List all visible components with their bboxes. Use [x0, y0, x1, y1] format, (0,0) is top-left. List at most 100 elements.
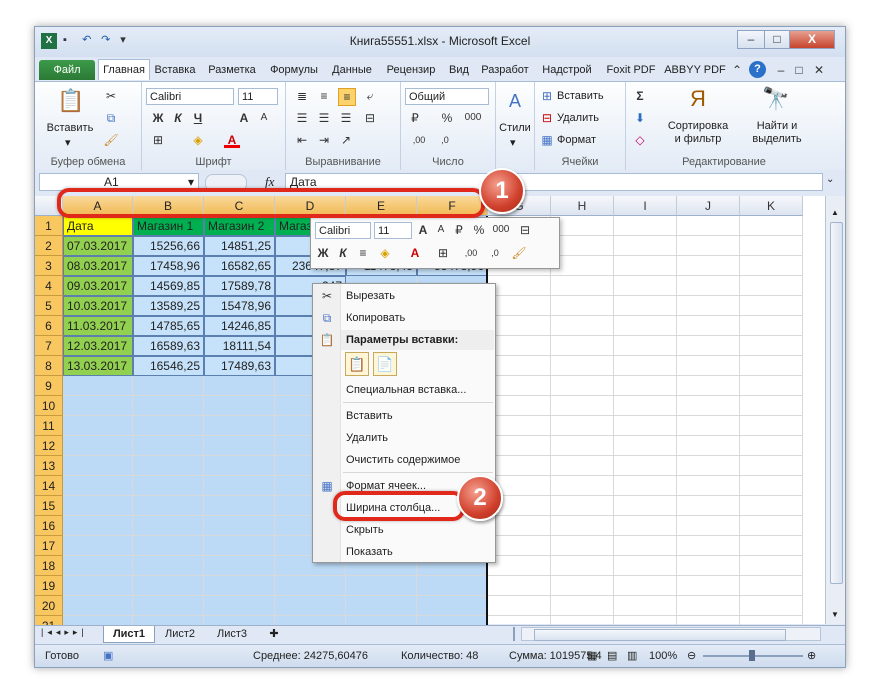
tab-review[interactable]: Рецензир — [381, 60, 441, 80]
row-header[interactable]: 6 — [35, 316, 63, 336]
mini-center-icon[interactable]: ≡ — [355, 245, 371, 261]
horizontal-scroll-thumb[interactable] — [534, 629, 786, 641]
format-cells-icon[interactable]: ▦ — [539, 132, 555, 148]
tab-formulas[interactable]: Формулы — [265, 60, 323, 80]
table-cell[interactable]: 13589,25 — [133, 296, 204, 316]
mini-font-combo[interactable]: Calibri — [315, 222, 371, 239]
borders-icon[interactable]: ⊞ — [150, 132, 166, 148]
vertical-scroll-thumb[interactable] — [830, 222, 843, 584]
merge-center-icon[interactable]: ⊟ — [362, 110, 378, 126]
table-cell[interactable]: 14785,65 — [133, 316, 204, 336]
menu-unhide[interactable]: Показать — [313, 541, 495, 563]
tab-foxit-pdf[interactable]: Foxit PDF — [601, 60, 661, 80]
expand-formula-icon[interactable]: ⌄ — [826, 174, 834, 185]
percent-button[interactable]: % — [439, 110, 455, 126]
menu-hide[interactable]: Скрыть — [313, 519, 495, 541]
table-cell[interactable]: 14851,25 — [204, 236, 275, 256]
currency-icon[interactable]: ₽ — [407, 110, 423, 126]
table-cell[interactable]: 09.03.2017 — [63, 276, 133, 296]
table-header-cell[interactable]: Магазин 1 — [133, 216, 204, 236]
table-cell[interactable]: 12.03.2017 — [63, 336, 133, 356]
table-cell[interactable]: 17489,63 — [204, 356, 275, 376]
table-cell[interactable]: 16582,65 — [204, 256, 275, 276]
table-cell[interactable]: 16589,63 — [133, 336, 204, 356]
page-break-view-icon[interactable]: ▥ — [627, 645, 637, 667]
close-workbook-icon[interactable]: ✕ — [811, 62, 827, 78]
find-select-icon[interactable]: 🔭 — [760, 84, 792, 114]
zoom-slider-thumb[interactable] — [749, 650, 755, 661]
delete-cells-icon[interactable]: ⊟ — [539, 110, 555, 126]
row-header[interactable]: 3 — [35, 256, 63, 276]
tab-page-layout[interactable]: Разметка — [203, 60, 261, 80]
insert-cells-button[interactable]: Вставить — [557, 90, 604, 102]
menu-cut[interactable]: Вырезать — [313, 285, 495, 307]
restore-workbook-icon[interactable]: □ — [791, 62, 807, 78]
row-header[interactable]: 7 — [35, 336, 63, 356]
row-header[interactable]: 19 — [35, 576, 63, 596]
decrease-indent-icon[interactable]: ⇤ — [294, 132, 310, 148]
format-cells-button[interactable]: Формат — [557, 134, 596, 146]
table-header-cell[interactable]: Магазин 2 — [204, 216, 275, 236]
collapse-ribbon-icon[interactable]: ⌃ — [729, 62, 745, 78]
wrap-text-icon[interactable]: ⤶ — [362, 88, 378, 104]
row-header[interactable]: 1 — [35, 216, 63, 236]
table-cell[interactable]: 11.03.2017 — [63, 316, 133, 336]
bold-button[interactable]: Ж — [150, 110, 166, 126]
increase-decimal-icon[interactable]: ,00 — [411, 132, 427, 148]
align-bottom-icon[interactable]: ≡ — [338, 88, 356, 106]
row-header[interactable]: 18 — [35, 556, 63, 576]
table-cell[interactable]: 13.03.2017 — [63, 356, 133, 376]
page-layout-view-icon[interactable]: ▤ — [607, 645, 617, 667]
sort-filter-icon[interactable]: Я — [682, 84, 714, 114]
menu-insert[interactable]: Вставить — [313, 405, 495, 427]
macro-record-icon[interactable]: ▣ — [103, 645, 113, 667]
align-right-icon[interactable]: ☰ — [338, 110, 354, 126]
help-icon[interactable]: ? — [749, 61, 766, 78]
mini-fill-color-icon[interactable]: ◈ — [377, 245, 393, 261]
table-cell[interactable]: 15478,96 — [204, 296, 275, 316]
insert-cells-icon[interactable]: ⊞ — [539, 88, 555, 104]
sheet-tab-2[interactable]: Лист2 — [155, 626, 205, 642]
find-select-label-2[interactable]: выделить — [744, 133, 810, 145]
tab-file[interactable]: Файл — [39, 60, 95, 80]
italic-button[interactable]: К — [170, 110, 186, 126]
clear-icon[interactable]: ◇ — [632, 132, 648, 148]
font-size-combo[interactable]: 11 — [238, 88, 278, 105]
sheet-tab-3[interactable]: Лист3 — [207, 626, 257, 642]
shrink-font-button[interactable]: A — [256, 110, 272, 126]
table-cell[interactable]: 14246,85 — [204, 316, 275, 336]
fill-icon[interactable]: ⬇ — [632, 110, 648, 126]
copy-icon[interactable]: ⧉ — [103, 110, 119, 126]
format-painter-icon[interactable]: 🖌 — [103, 132, 119, 148]
table-cell[interactable]: 10.03.2017 — [63, 296, 133, 316]
row-header[interactable]: 5 — [35, 296, 63, 316]
row-header[interactable]: 8 — [35, 356, 63, 376]
row-header[interactable]: 12 — [35, 436, 63, 456]
minimize-button[interactable]: – — [737, 30, 765, 49]
mini-increase-decimal-icon[interactable]: ,00 — [463, 245, 479, 261]
row-header[interactable]: 10 — [35, 396, 63, 416]
row-header[interactable]: 17 — [35, 536, 63, 556]
increase-indent-icon[interactable]: ⇥ — [316, 132, 332, 148]
tab-addins[interactable]: Надстрой — [537, 60, 597, 80]
styles-button-label[interactable]: Стили — [496, 122, 534, 134]
tab-abbyy-pdf[interactable]: ABBYY PDF — [663, 60, 727, 80]
table-cell[interactable]: 07.03.2017 — [63, 236, 133, 256]
scroll-up-icon[interactable]: ▲ — [831, 208, 839, 217]
restore-button[interactable]: □ — [764, 30, 790, 49]
zoom-level[interactable]: 100% — [649, 645, 677, 667]
menu-clear-contents[interactable]: Очистить содержимое — [313, 449, 495, 471]
row-header[interactable]: 15 — [35, 496, 63, 516]
scroll-down-icon[interactable]: ▼ — [831, 610, 839, 619]
zoom-in-icon[interactable]: ⊕ — [807, 645, 816, 667]
align-left-icon[interactable]: ☰ — [294, 110, 310, 126]
sheet-tab-1[interactable]: Лист1 — [103, 626, 155, 643]
tab-view[interactable]: Вид — [444, 60, 474, 80]
grow-font-button[interactable]: A — [236, 110, 252, 126]
autosum-button[interactable]: Σ — [632, 88, 648, 104]
paste-default-icon[interactable]: 📋 — [345, 352, 369, 376]
menu-paste-special[interactable]: Специальная вставка... — [313, 379, 495, 401]
thousands-button[interactable]: 000 — [461, 110, 485, 126]
mini-format-painter-icon[interactable]: 🖌 — [511, 245, 527, 261]
row-header[interactable]: 16 — [35, 516, 63, 536]
